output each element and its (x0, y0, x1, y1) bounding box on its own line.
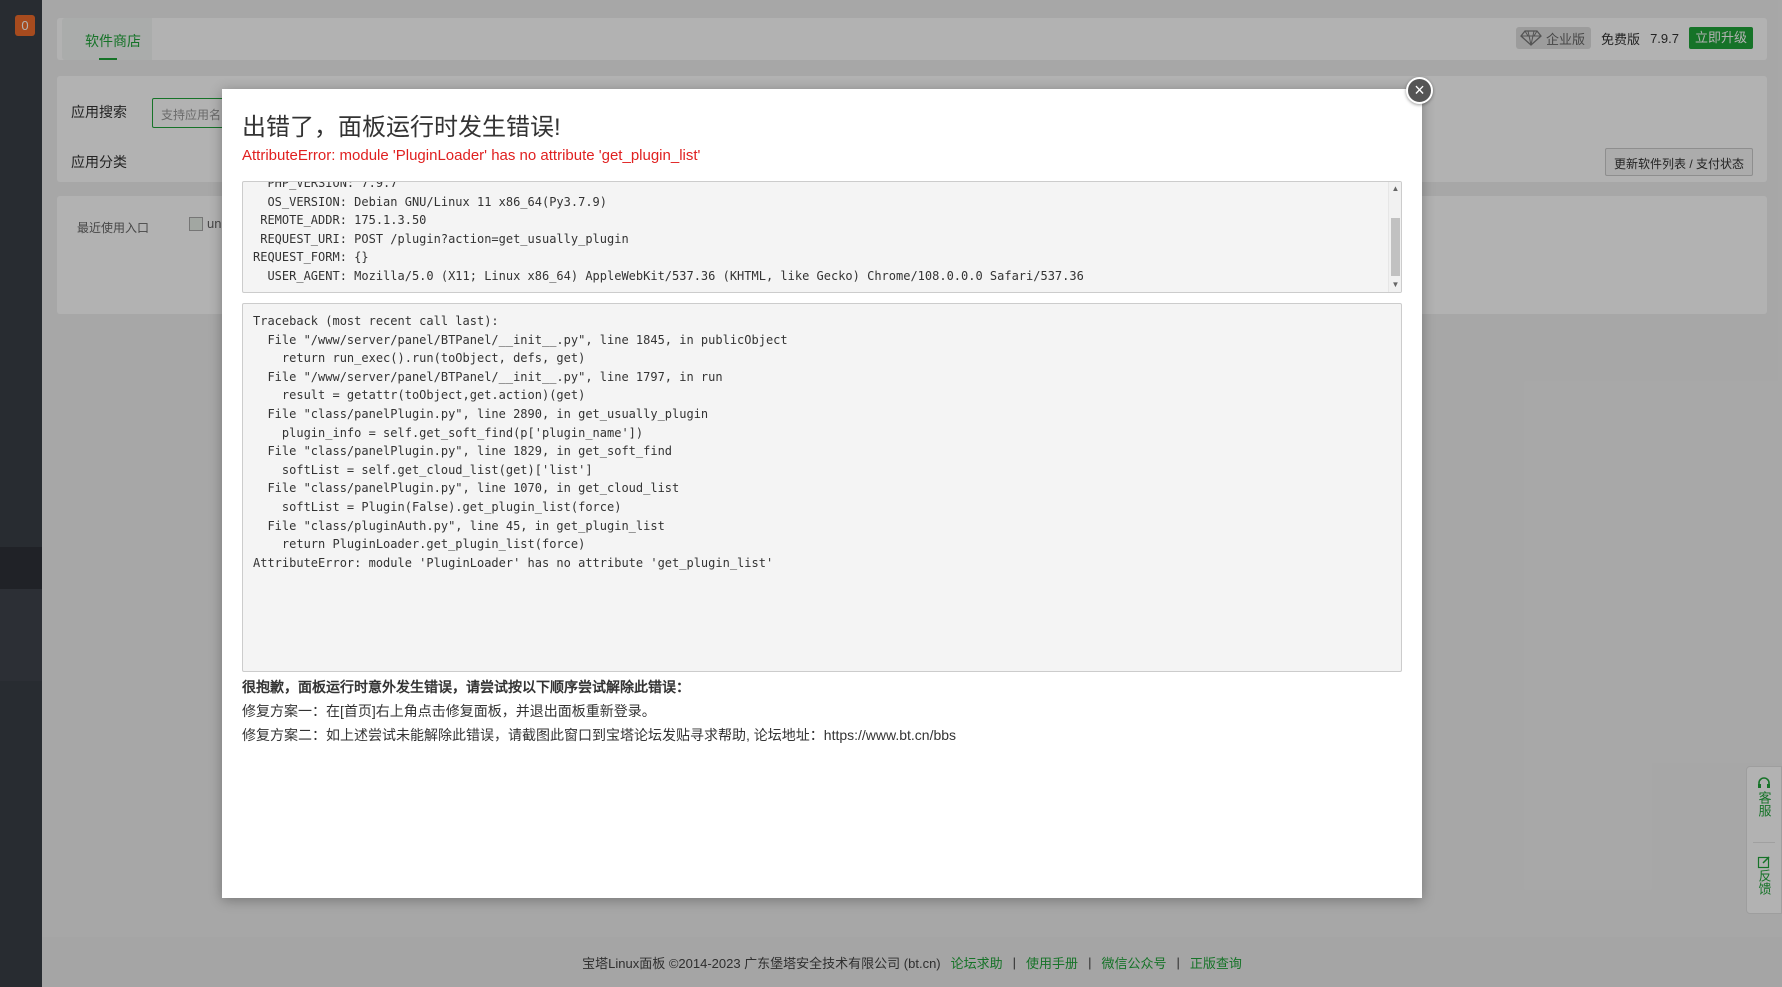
hint-title: 很抱歉，面板运行时意外发生错误，请尝试按以下顺序尝试解除此错误： (242, 679, 690, 695)
hint-solution-2: 修复方案二：如上述尝试未能解除此错误，请截图此窗口到宝塔论坛发贴寻求帮助, 论坛… (242, 727, 957, 743)
environment-info-box[interactable]: PHP_VERSION: 7.9.7 OS_VERSION: Debian GN… (242, 181, 1402, 293)
hint-solution-1: 修复方案一：在[首页]右上角点击修复面板，并退出面板重新登录。 (242, 703, 656, 719)
env-scrollbar[interactable]: ▲ ▼ (1388, 182, 1401, 292)
dialog-error-message: AttributeError: module 'PluginLoader' ha… (242, 147, 701, 164)
traceback-text: Traceback (most recent call last): File … (253, 314, 788, 570)
traceback-box[interactable]: Traceback (most recent call last): File … (242, 303, 1402, 672)
scroll-down-icon[interactable]: ▼ (1391, 280, 1400, 290)
dialog-title: 出错了，面板运行时发生错误! (242, 114, 561, 141)
environment-info-text: PHP_VERSION: 7.9.7 OS_VERSION: Debian GN… (253, 181, 1084, 283)
error-dialog: 出错了，面板运行时发生错误! AttributeError: module 'P… (222, 89, 1422, 898)
scroll-up-icon[interactable]: ▲ (1391, 184, 1400, 194)
close-icon[interactable]: × (1406, 77, 1433, 104)
scroll-thumb[interactable] (1391, 218, 1400, 276)
fix-hints: 很抱歉，面板运行时意外发生错误，请尝试按以下顺序尝试解除此错误： 修复方案一：在… (242, 675, 956, 747)
